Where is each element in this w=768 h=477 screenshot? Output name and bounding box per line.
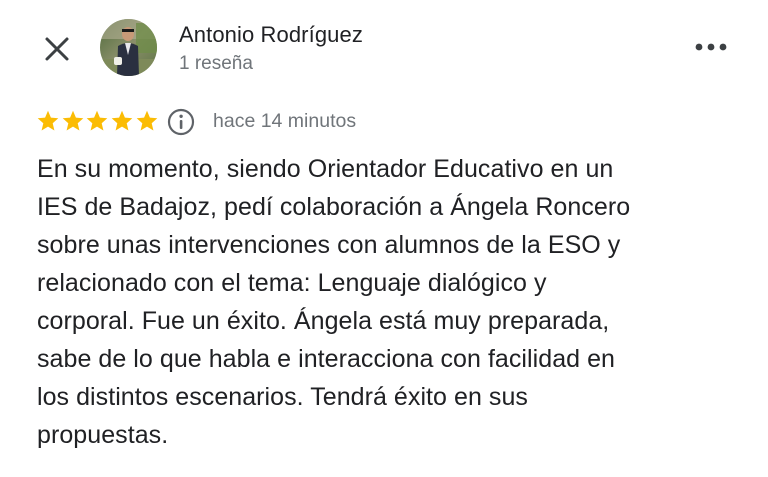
close-icon xyxy=(45,37,69,61)
star-rating xyxy=(36,108,159,136)
star-icon xyxy=(36,108,61,134)
author-name[interactable]: Antonio Rodríguez xyxy=(179,22,363,48)
profile-photo xyxy=(100,19,157,76)
review-text-line: corporal. Fue un éxito. Ángela está muy … xyxy=(37,307,610,335)
star-icon xyxy=(110,108,135,134)
review-text-line: sabe de lo que habla e interacciona con … xyxy=(37,345,616,373)
review-text-line: propuestas. xyxy=(37,421,169,449)
review-text-line: los distintos escenarios. Tendrá éxito e… xyxy=(37,383,528,411)
review-text-line: sobre unas intervenciones con alumnos de… xyxy=(37,231,621,259)
review-text-line: En su momento, siendo Orientador Educati… xyxy=(37,155,614,183)
avatar[interactable] xyxy=(100,19,157,76)
star-icon xyxy=(134,108,159,134)
review-detail-panel: Antonio Rodríguez 1 reseña hace 14 minut… xyxy=(0,0,768,477)
info-icon xyxy=(167,108,195,136)
review-text: En su momento, siendo Orientador Educati… xyxy=(37,150,737,454)
info-button[interactable] xyxy=(167,108,195,136)
star-icon xyxy=(85,108,110,134)
more-options-button[interactable] xyxy=(690,34,732,60)
review-text-line: relacionado con el tema: Lenguaje dialóg… xyxy=(37,269,547,297)
review-count: 1 reseña xyxy=(179,53,253,74)
close-button[interactable] xyxy=(40,32,74,66)
review-text-line: IES de Badajoz, pedí colaboración a Ánge… xyxy=(37,193,631,221)
more-horizontal-icon xyxy=(695,43,727,51)
review-timestamp: hace 14 minutos xyxy=(213,110,357,132)
star-icon xyxy=(61,108,86,134)
